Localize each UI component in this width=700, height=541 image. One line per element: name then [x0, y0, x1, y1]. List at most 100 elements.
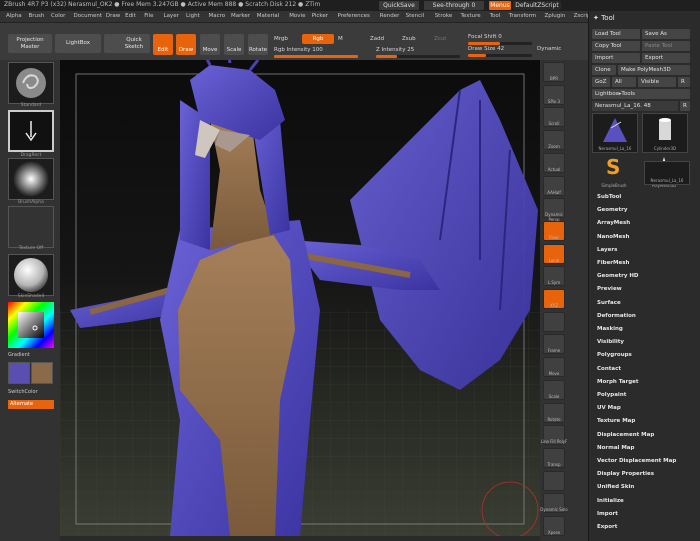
quicksave-button[interactable]: QuickSave — [379, 1, 419, 10]
color-picker[interactable] — [8, 302, 54, 348]
alpha-thumbnail[interactable] — [8, 158, 54, 200]
zcut-button[interactable]: Zcut — [434, 36, 446, 42]
rgb-button[interactable]: Rgb — [302, 34, 334, 44]
goz-button[interactable]: GoZ — [592, 77, 610, 87]
material-thumbnail[interactable] — [8, 254, 54, 296]
m-button[interactable]: M — [338, 36, 343, 42]
menu-movie[interactable]: Movie — [289, 13, 305, 19]
shelf-button-blank-11[interactable] — [543, 311, 565, 332]
clone-button[interactable]: Clone — [592, 65, 616, 75]
tool-menu-geometry[interactable]: Geometry — [597, 207, 627, 213]
copy-tool-button[interactable]: Copy Tool — [592, 41, 640, 51]
tool-menu-unified-skin[interactable]: Unified Skin — [597, 484, 634, 490]
menu-material[interactable]: Material — [257, 13, 279, 19]
brush-thumbnail[interactable] — [8, 62, 54, 104]
menu-color[interactable]: Color — [51, 13, 65, 19]
menu-preferences[interactable]: Preferences — [338, 13, 370, 19]
edit-button[interactable]: Edit — [153, 34, 173, 55]
tool-menu-texture-map[interactable]: Texture Map — [597, 418, 635, 424]
paste-tool-button[interactable]: Paste Tool — [642, 41, 690, 51]
import-button[interactable]: Import — [592, 53, 640, 63]
tool-menu-deformation[interactable]: Deformation — [597, 313, 636, 319]
subtool-thumb-4[interactable]: Nerasmul_La_16 — [644, 161, 690, 185]
tool-menu-polypaint[interactable]: Polypaint — [597, 392, 626, 398]
tool-menu-export[interactable]: Export — [597, 524, 617, 530]
secondary-color-swatch[interactable] — [31, 362, 53, 384]
shelf-button-blank-18[interactable] — [543, 470, 565, 491]
mrgb-button[interactable]: Mrgb — [274, 36, 288, 42]
document-canvas[interactable] — [60, 60, 540, 536]
dynamic-button[interactable]: Dynamic — [537, 46, 561, 52]
tool-menu-uv-map[interactable]: UV Map — [597, 405, 621, 411]
move-button[interactable]: Move — [200, 34, 220, 55]
rotate-button[interactable]: Rotate — [248, 34, 268, 55]
menus-button[interactable]: Menus — [489, 1, 511, 10]
menu-tool[interactable]: Tool — [490, 13, 501, 19]
projection-master-button[interactable]: Projection Master — [8, 34, 52, 53]
quick-sketch-button[interactable]: Quick Sketch — [104, 34, 150, 53]
r-button[interactable]: R — [678, 77, 690, 87]
tool-menu-import[interactable]: Import — [597, 511, 618, 517]
texture-thumbnail[interactable] — [8, 206, 54, 248]
tool-menu-polygroups[interactable]: Polygroups — [597, 352, 632, 358]
tool-menu-arraymesh[interactable]: ArrayMesh — [597, 220, 630, 226]
tool-menu-vector-displacement-map[interactable]: Vector Displacement Map — [597, 458, 676, 464]
see-through-slider[interactable]: See-through 0 — [424, 1, 484, 10]
subtool-thumb-0[interactable]: Nerasmul_La_16 — [592, 113, 638, 153]
tool-menu-initialize[interactable]: Initialize — [597, 498, 624, 504]
menu-edit[interactable]: Edit — [125, 13, 136, 19]
current-tool-slider[interactable]: Nerasmul_La_16. 48 — [592, 101, 678, 111]
alternate-button[interactable]: Alternate — [8, 400, 54, 409]
focal-shift-slider[interactable] — [468, 42, 532, 45]
tool-menu-geometry-hd[interactable]: Geometry HD — [597, 273, 639, 279]
all-button[interactable]: All — [612, 77, 636, 87]
subtool-thumb-3[interactable]: S SimpleBrush — [592, 153, 638, 193]
lightbox-tools-button[interactable]: Lightbox▸Tools — [592, 89, 690, 99]
load-tool-button[interactable]: Load Tool — [592, 29, 640, 39]
tool-menu-displacement-map[interactable]: Displacement Map — [597, 432, 654, 438]
tool-menu-fibermesh[interactable]: FiberMesh — [597, 260, 629, 266]
visible-button[interactable]: Visible — [638, 77, 676, 87]
menu-marker[interactable]: Marker — [231, 13, 250, 19]
stroke-thumbnail[interactable] — [8, 110, 54, 152]
menu-layer[interactable]: Layer — [164, 13, 179, 19]
rgb-intensity-slider[interactable] — [274, 55, 358, 58]
menu-zplugin[interactable]: Zplugin — [545, 13, 566, 19]
tool-menu-contact[interactable]: Contact — [597, 366, 621, 372]
menu-stencil[interactable]: Stencil — [406, 13, 425, 19]
zadd-button[interactable]: Zadd — [370, 36, 384, 42]
save-as-button[interactable]: Save As — [642, 29, 690, 39]
menu-macro[interactable]: Macro — [209, 13, 226, 19]
tool-menu-morph-target[interactable]: Morph Target — [597, 379, 639, 385]
z-intensity-slider[interactable] — [376, 55, 460, 58]
draw-button[interactable]: Draw — [176, 34, 196, 55]
current-tool-r-button[interactable]: R — [680, 101, 690, 111]
zsub-button[interactable]: Zsub — [402, 36, 416, 42]
tool-menu-normal-map[interactable]: Normal Map — [597, 445, 634, 451]
menu-alpha[interactable]: Alpha — [6, 13, 22, 19]
tool-menu-nanomesh[interactable]: NanoMesh — [597, 234, 629, 240]
menu-document[interactable]: Document — [74, 13, 103, 19]
tool-menu-layers[interactable]: Layers — [597, 247, 617, 253]
menu-transform[interactable]: Transform — [509, 13, 536, 19]
main-color-swatch[interactable] — [8, 362, 30, 384]
scale-button[interactable]: Scale — [224, 34, 244, 55]
menu-picker[interactable]: Picker — [312, 13, 328, 19]
menu-draw[interactable]: Draw — [106, 13, 120, 19]
tool-menu-masking[interactable]: Masking — [597, 326, 623, 332]
tool-menu-surface[interactable]: Surface — [597, 300, 621, 306]
menu-stroke[interactable]: Stroke — [435, 13, 453, 19]
tool-menu-visibility[interactable]: Visibility — [597, 339, 624, 345]
switchcolor-button[interactable]: SwitchColor — [8, 389, 38, 395]
export-button[interactable]: Export — [642, 53, 690, 63]
menu-light[interactable]: Light — [186, 13, 200, 19]
tool-menu-subtool[interactable]: SubTool — [597, 194, 621, 200]
lightbox-button[interactable]: LightBox — [55, 34, 101, 53]
menu-brush[interactable]: Brush — [29, 13, 45, 19]
make-polymesh-button[interactable]: Make PolyMesh3D — [618, 65, 690, 75]
draw-size-slider[interactable] — [468, 54, 532, 57]
menu-texture[interactable]: Texture — [461, 13, 481, 19]
menu-file[interactable]: File — [144, 13, 153, 19]
gradient-label[interactable]: Gradient — [8, 352, 30, 358]
subtool-thumb-1[interactable]: Cylinder3D — [642, 113, 688, 153]
